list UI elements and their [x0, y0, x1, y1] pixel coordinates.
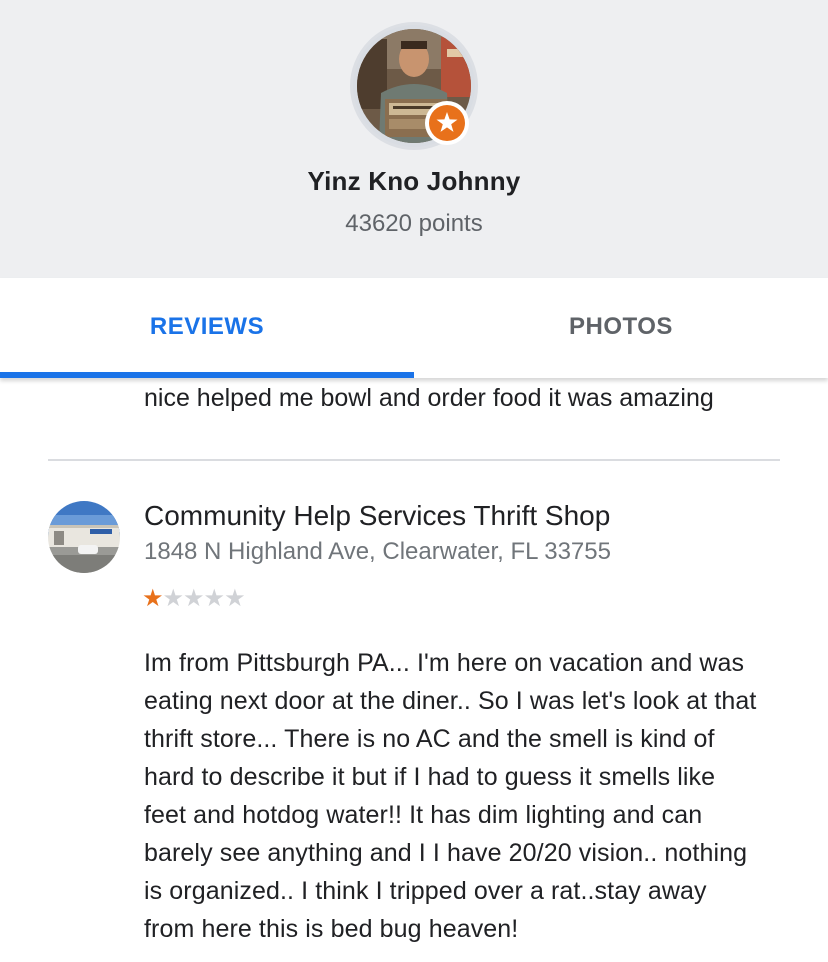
place-name[interactable]: Community Help Services Thrift Shop: [144, 500, 610, 532]
place-thumbnail[interactable]: [48, 501, 120, 573]
tab-bar: REVIEWS PHOTOS: [0, 278, 828, 378]
star-filled-icon: ★: [142, 585, 163, 612]
star-empty-icon: ★: [183, 585, 204, 612]
profile-name: Yinz Kno Johnny: [307, 166, 521, 196]
local-guide-badge: [425, 101, 469, 145]
star-rating: ★★★★★: [142, 585, 246, 612]
profile-points: 43620 points: [345, 210, 483, 237]
star-empty-icon: ★: [203, 585, 225, 612]
review-text: Im from Pittsburgh PA... I'm here on vac…: [144, 649, 757, 943]
previous-review-text: nice helped me bowl and order food it wa…: [144, 384, 714, 412]
review-divider: [48, 459, 780, 461]
active-tab-indicator: [0, 372, 414, 378]
local-guide-star-icon: [429, 105, 465, 141]
star-empty-icon: ★: [224, 585, 245, 612]
tab-photos[interactable]: PHOTOS: [414, 278, 828, 378]
place-photo: [48, 501, 120, 573]
profile-header: Yinz Kno Johnny 43620 points: [0, 0, 828, 278]
tab-reviews[interactable]: REVIEWS: [0, 278, 414, 378]
star-empty-icon: ★: [162, 585, 184, 612]
place-address: 1848 N Highland Ave, Clearwater, FL 3375…: [144, 538, 611, 565]
